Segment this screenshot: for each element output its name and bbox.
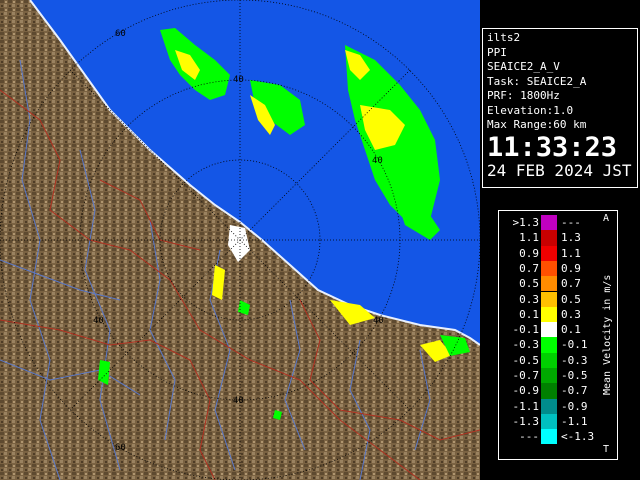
- legend-unit-label: Mean Velocity in m/s: [602, 274, 613, 396]
- legend-row: >1.3 ---: [499, 215, 599, 231]
- legend-color-swatch: [541, 352, 557, 368]
- scan-info-panel: ilts2 PPI SEAICE2_A_V Task: SEAICE2_A PR…: [482, 28, 638, 188]
- legend-color-swatch: [541, 215, 557, 231]
- scan-mode: PPI: [487, 45, 507, 59]
- legend-low-value: -1.3: [512, 414, 540, 428]
- legend-row: 0.1 0.3: [499, 306, 599, 323]
- legend-high-value: 0.3: [561, 307, 581, 321]
- legend-color-swatch: [541, 276, 557, 292]
- legend-color-swatch: [541, 398, 557, 414]
- prf-value: PRF: 1800Hz: [487, 89, 560, 102]
- legend-high-value: -1.1: [561, 414, 588, 428]
- legend-high-value: ---: [561, 216, 581, 229]
- legend-color-swatch: [541, 322, 557, 338]
- legend-color-swatch: [541, 291, 557, 307]
- legend-high-value: <-1.3: [561, 430, 595, 444]
- legend-low-value: -0.5: [512, 353, 540, 367]
- legend-high-value: -0.3: [561, 353, 588, 367]
- elevation-value: Elevation:1.0: [487, 103, 574, 117]
- legend-low-value: ---: [519, 430, 539, 444]
- legend-low-value: 0.1: [519, 307, 539, 321]
- radar-ppi-display: 60 40 40 40 40 40 60: [0, 0, 480, 480]
- legend-row: 1.1 1.3: [499, 230, 599, 246]
- legend-low-value: -0.1: [512, 323, 540, 337]
- scan-date: 24 FEB 2024 JST: [487, 160, 632, 180]
- legend-color-swatch: [541, 413, 557, 430]
- legend-row: -0.5 -0.3: [499, 352, 599, 368]
- legend-row: -0.3 -0.1: [499, 337, 599, 353]
- legend-row: --- <-1.3: [499, 429, 599, 445]
- legend-high-value: -0.7: [561, 384, 588, 398]
- legend-high-value: 1.1: [561, 246, 581, 260]
- legend-row: 0.5 0.7: [499, 276, 599, 292]
- task-name: Task: SEAICE2_A: [487, 74, 587, 88]
- legend-row: 0.9 1.1: [499, 245, 599, 261]
- legend-color-swatch: [541, 383, 557, 399]
- legend-color-swatch: [541, 230, 557, 246]
- legend-color-swatch: [541, 429, 557, 445]
- legend-row: -1.1 -0.9: [499, 398, 599, 414]
- legend-row: -0.1 0.1: [499, 322, 599, 338]
- legend-row: -0.7 -0.5: [499, 368, 599, 384]
- legend-row: 0.7 0.9: [499, 260, 599, 277]
- legend-color-swatch: [541, 306, 557, 323]
- site-name: ilts2: [487, 31, 521, 44]
- legend-high-value: 0.9: [561, 261, 581, 275]
- legend-row: -0.9 -0.7: [499, 383, 599, 399]
- legend-low-value: -0.3: [512, 338, 540, 352]
- legend-bottom-mark: T: [603, 444, 610, 455]
- legend-high-value: -0.1: [561, 338, 588, 352]
- legend-color-swatch: [541, 337, 557, 353]
- legend-low-value: -0.9: [512, 384, 540, 398]
- range-label-south-40: 40: [373, 316, 384, 326]
- legend-low-value: >1.3: [512, 216, 540, 229]
- scan-time: 11:33:23: [487, 131, 618, 163]
- legend-low-value: 0.7: [519, 261, 539, 275]
- legend-high-value: 0.5: [561, 292, 581, 306]
- legend-row: 0.3 0.5: [499, 291, 599, 307]
- range-label-east-40: 40: [372, 156, 383, 166]
- legend-high-value: 0.1: [561, 323, 581, 337]
- legend-low-value: -1.1: [512, 399, 540, 413]
- max-range-value: Max Range:60 km: [487, 118, 587, 131]
- legend-row: -1.3 -1.1: [499, 413, 599, 430]
- legend-color-swatch: [541, 368, 557, 384]
- legend-color-swatch: [541, 245, 557, 261]
- legend-high-value: -0.9: [561, 399, 588, 413]
- range-label-north-40: 40: [233, 75, 244, 85]
- legend-low-value: 0.5: [519, 277, 539, 291]
- range-label-west-40: 40: [93, 316, 104, 326]
- legend-low-value: 1.1: [519, 231, 539, 245]
- legend-low-value: -0.7: [512, 369, 540, 382]
- range-label-south-40b: 40: [233, 396, 244, 406]
- legend-color-swatch: [541, 260, 557, 277]
- range-label-south-60: 60: [115, 443, 126, 453]
- legend-high-value: 0.7: [561, 277, 581, 291]
- range-label-north-60: 60: [115, 29, 126, 39]
- legend-low-value: 0.9: [519, 246, 539, 260]
- product-name: SEAICE2_A_V: [487, 60, 560, 73]
- legend-low-value: 0.3: [519, 292, 539, 306]
- velocity-legend: >1.3 --- 1.1 1.3 0.9 1.1 0.7 0.9 0.5 0.7 0.3 0.5 0.1…: [498, 210, 618, 460]
- legend-high-value: 1.3: [561, 231, 581, 245]
- legend-high-value: -0.5: [561, 369, 588, 382]
